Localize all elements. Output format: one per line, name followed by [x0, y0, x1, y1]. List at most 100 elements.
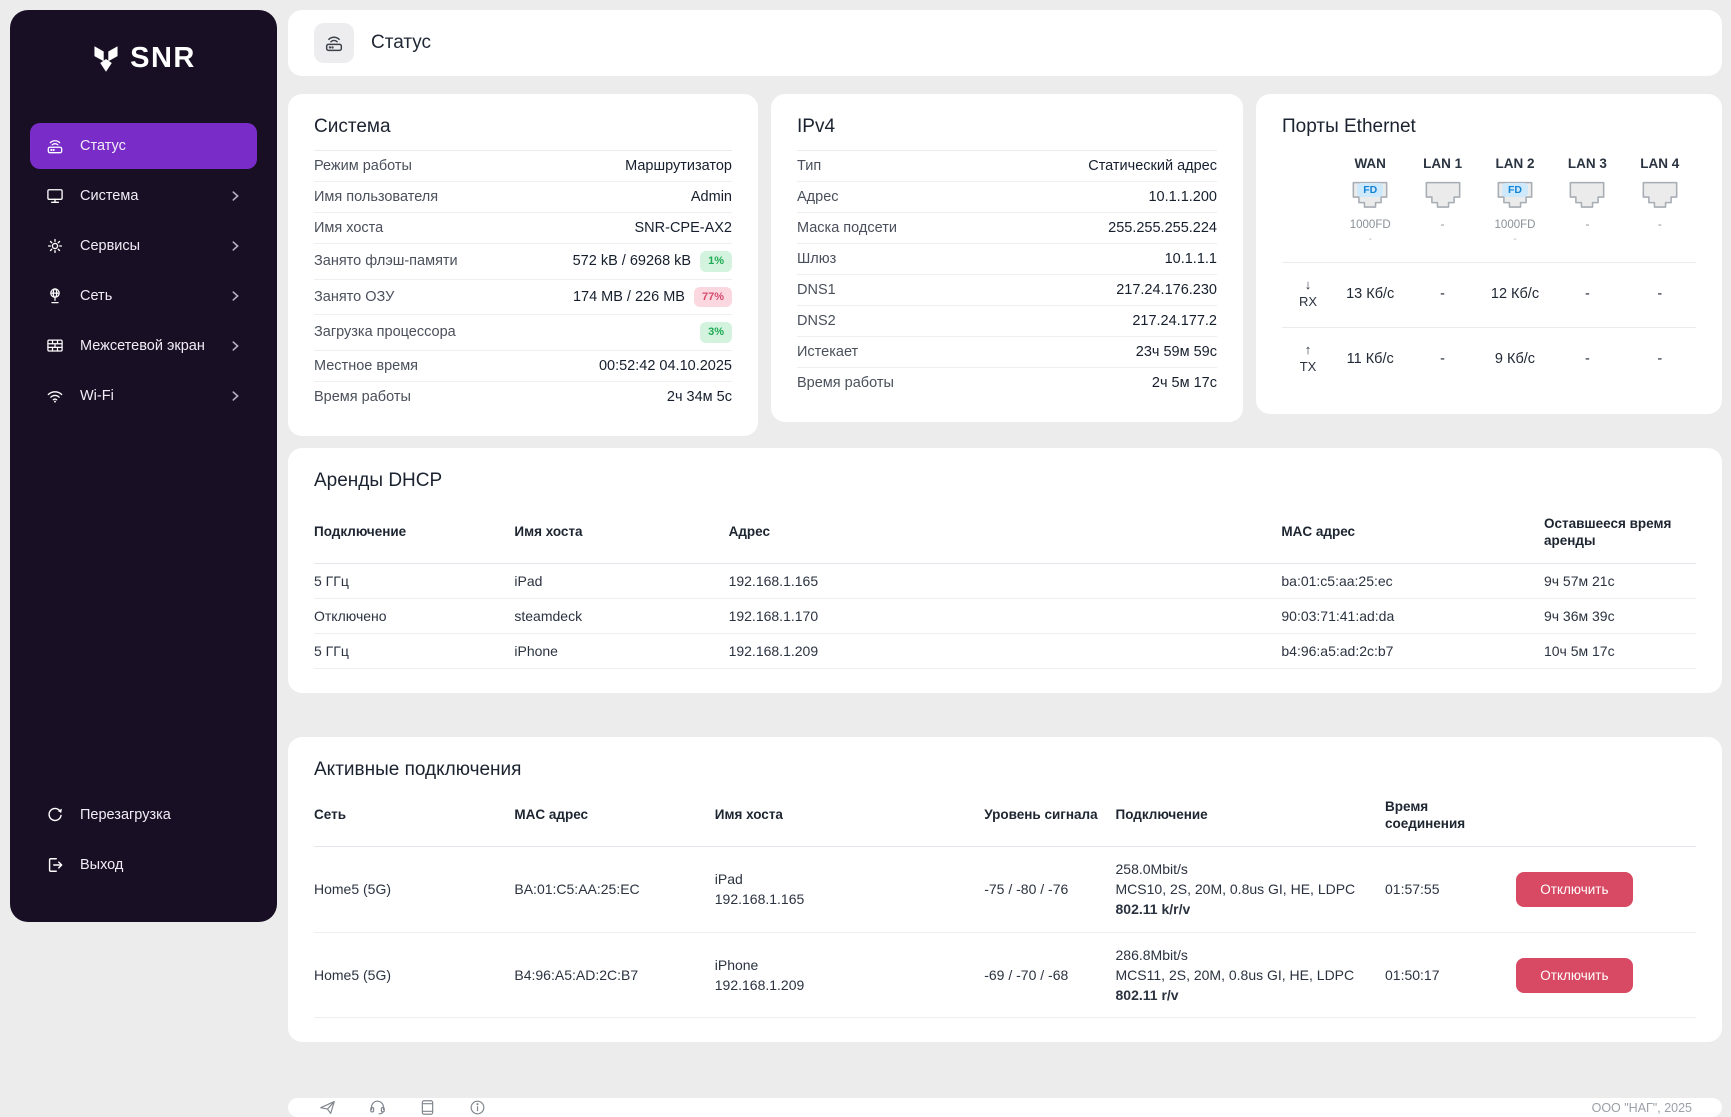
copyright-text: ООО "НАГ", 2025 [1592, 1101, 1692, 1115]
sidebar-item-system[interactable]: Система [30, 173, 257, 219]
conn-cell-link: 258.0Mbit/s MCS10, 2S, 20M, 0.8us GI, HE… [1116, 846, 1385, 932]
brand-logo: SNR [30, 42, 257, 75]
rx-value-lan2: 12 Кб/с [1479, 263, 1551, 325]
connections-header-row: Сеть MAC адрес Имя хоста Уровень сигнала… [314, 785, 1696, 847]
row-value-text: 174 MB / 226 MB [573, 289, 685, 305]
dhcp-header-lease: Оставшееся время аренды [1544, 502, 1696, 564]
system-row: Имя хоста SNR-CPE-AX2 [314, 213, 732, 244]
conn-header-link: Подключение [1116, 785, 1385, 847]
row-label: Занято ОЗУ [314, 289, 394, 305]
firewall-icon [45, 336, 65, 356]
system-row: Режим работы Маршрутизатор [314, 151, 732, 182]
dhcp-cell-host: iPhone [514, 633, 728, 668]
tx-value-lan1: - [1406, 328, 1478, 390]
duplex-badge: FD [1502, 183, 1528, 197]
port-speed: 1000FD [1479, 219, 1551, 231]
ethernet-port-icon: FD [1479, 180, 1551, 214]
flash-usage-badge: 1% [700, 251, 732, 272]
row-value: 10.1.1.200 [1148, 189, 1217, 205]
dhcp-cell-address: 192.168.1.170 [729, 598, 1282, 633]
row-value: 10.1.1.1 [1165, 251, 1217, 267]
row-value: 572 kB / 69268 kB 1% [573, 251, 732, 272]
sidebar-spacer [30, 423, 257, 792]
sidebar-item-label: Сеть [80, 288, 213, 304]
tx-value-wan: 11 Кб/с [1334, 328, 1406, 390]
sidebar-item-label: Wi-Fi [80, 388, 213, 404]
system-row: Занято ОЗУ 174 MB / 226 MB 77% [314, 280, 732, 316]
row-label: Местное время [314, 358, 418, 374]
row-label: Загрузка процессора [314, 324, 456, 340]
row-label: Маска подсети [797, 220, 897, 236]
row-value: SNR-CPE-AX2 [635, 220, 733, 236]
gear-icon [45, 236, 65, 256]
port-name: WAN [1334, 156, 1406, 171]
dhcp-cell-connection: 5 ГГц [314, 563, 514, 598]
sidebar-item-services[interactable]: Сервисы [30, 223, 257, 269]
ethernet-card-title: Порты Ethernet [1282, 116, 1696, 142]
disconnect-button[interactable]: Отключить [1516, 872, 1632, 907]
conn-cell-actions: Отключить [1516, 932, 1696, 1018]
manual-book-icon[interactable] [418, 1098, 437, 1117]
conn-cell-time: 01:50:17 [1385, 932, 1516, 1018]
snr-logo-icon [91, 44, 121, 74]
conn-link-rate: 286.8Mbit/s [1116, 945, 1377, 965]
sidebar: SNR Статус Система [10, 10, 277, 922]
telegram-icon[interactable] [318, 1098, 337, 1117]
disconnect-button[interactable]: Отключить [1516, 958, 1632, 993]
conn-link-standards: 802.11 r/v [1116, 985, 1377, 1005]
conn-header-time: Время соединения [1385, 785, 1516, 847]
row-label: Истекает [797, 344, 858, 360]
monitor-icon [45, 186, 65, 206]
ethernet-port-icon [1551, 180, 1623, 214]
row-value: 23ч 59м 59с [1136, 344, 1217, 360]
row-label: DNS2 [797, 313, 836, 329]
sidebar-item-firewall[interactable]: Межсетевой экран [30, 323, 257, 369]
conn-link-rate: 258.0Mbit/s [1116, 859, 1377, 879]
row-label: Режим работы [314, 158, 412, 174]
port-sub [1551, 233, 1623, 246]
conn-host-ip: 192.168.1.209 [715, 975, 976, 995]
dhcp-cell-address: 192.168.1.165 [729, 563, 1282, 598]
dhcp-leases-card: Аренды DHCP Подключение Имя хоста Адрес … [288, 448, 1722, 693]
dhcp-row: Отключено steamdeck 192.168.1.170 90:03:… [314, 598, 1696, 633]
port-name: LAN 3 [1551, 156, 1623, 171]
row-label: Занято флэш-памяти [314, 253, 458, 269]
ipv4-row: Шлюз 10.1.1.1 [797, 244, 1217, 275]
sidebar-item-logout[interactable]: Выход [30, 842, 257, 888]
conn-cell-actions: Отключить [1516, 846, 1696, 932]
ipv4-card: IPv4 Тип Статический адрес Адрес 10.1.1.… [771, 94, 1243, 422]
conn-header-actions [1516, 785, 1696, 847]
row-label: Время работы [314, 389, 411, 405]
sidebar-item-wifi[interactable]: Wi-Fi [30, 373, 257, 419]
dhcp-cell-mac: 90:03:71:41:ad:da [1281, 598, 1544, 633]
dhcp-cell-host: iPad [514, 563, 728, 598]
brand-name: SNR [130, 42, 196, 75]
sidebar-item-label: Выход [80, 857, 242, 873]
conn-header-host: Имя хоста [715, 785, 984, 847]
row-value: Маршрутизатор [625, 158, 732, 174]
port-lan3: LAN 3 - [1551, 156, 1623, 246]
conn-cell-network: Home5 (5G) [314, 846, 514, 932]
system-card: Система Режим работы Маршрутизатор Имя п… [288, 94, 758, 436]
sidebar-item-status[interactable]: Статус [30, 123, 257, 169]
info-icon[interactable] [468, 1098, 487, 1117]
sidebar-item-network[interactable]: Сеть [30, 273, 257, 319]
row-label: Имя хоста [314, 220, 383, 236]
dhcp-row: 5 ГГц iPad 192.168.1.165 ba:01:c5:aa:25:… [314, 563, 1696, 598]
system-row: Местное время 00:52:42 04.10.2025 [314, 351, 732, 382]
tx-value-lan2: 9 Кб/с [1479, 328, 1551, 390]
dhcp-cell-lease: 9ч 36м 39с [1544, 598, 1696, 633]
rx-arrow-icon: ↓ [1305, 277, 1312, 294]
conn-cell-link: 286.8Mbit/s MCS11, 2S, 20M, 0.8us GI, HE… [1116, 932, 1385, 1018]
dhcp-card-title: Аренды DHCP [314, 470, 1696, 500]
row-value: 2ч 34м 5с [667, 389, 732, 405]
sidebar-item-reboot[interactable]: Перезагрузка [30, 792, 257, 838]
dhcp-cell-address: 192.168.1.209 [729, 633, 1282, 668]
port-name: LAN 1 [1406, 156, 1478, 171]
row-label: DNS1 [797, 282, 836, 298]
support-headset-icon[interactable] [368, 1098, 387, 1117]
rx-value-wan: 13 Кб/с [1334, 263, 1406, 325]
port-sub: - [1479, 233, 1551, 246]
row-value: 00:52:42 04.10.2025 [599, 358, 732, 374]
dhcp-cell-lease: 10ч 5м 17с [1544, 633, 1696, 668]
